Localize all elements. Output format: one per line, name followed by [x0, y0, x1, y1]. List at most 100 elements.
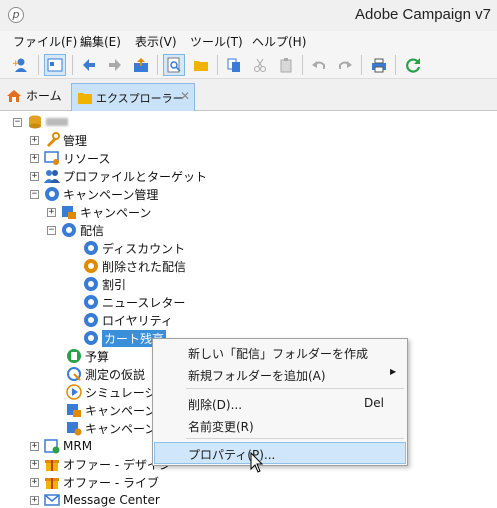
tree-node-delivery-folder[interactable]: ロイヤリティ: [83, 311, 173, 329]
hypothesis-icon: [66, 366, 82, 382]
refresh-button[interactable]: [402, 54, 424, 76]
menu-tools[interactable]: ツール(T): [190, 33, 243, 50]
undo-icon: [312, 61, 325, 69]
submenu-arrow-icon: ▶: [390, 367, 397, 376]
tree-label: Message Center: [63, 493, 160, 507]
new-user-button[interactable]: +: [10, 54, 32, 76]
expand-icon[interactable]: +: [30, 171, 39, 181]
wrench-icon: [44, 132, 60, 148]
deleted-delivery-icon: [83, 258, 99, 274]
campaign-template-icon: [66, 420, 82, 436]
tree-root-label: [46, 118, 68, 126]
menu-item-label: 新しい「配信」フォルダーを作成: [188, 347, 369, 361]
tree-label: ニュースレター: [102, 295, 186, 310]
paste-button[interactable]: [275, 54, 297, 76]
tree-label: リソース: [63, 151, 111, 166]
shortcut-label: Del: [364, 396, 384, 410]
tab-explorer-label: エクスプローラー: [96, 92, 184, 105]
menu-item-properties[interactable]: プロパティ(P)...: [154, 442, 406, 464]
menu-file[interactable]: ファイル(F): [13, 33, 77, 50]
tree-label: 削除された配信: [102, 259, 187, 274]
tree-node-campaign-y[interactable]: キャンペーン: [66, 419, 156, 437]
tree-node-profiles[interactable]: + プロファイルとターゲット: [30, 167, 207, 185]
scissors-icon: [254, 58, 266, 72]
tree-node-campaign-management[interactable]: − キャンペーン管理: [30, 185, 158, 203]
tree-node-offer-design[interactable]: + オファー - デザイン: [30, 455, 171, 473]
tree-node-root[interactable]: −: [13, 113, 68, 131]
tree-label: 予算: [85, 349, 110, 364]
tree-label: プロファイルとターゲット: [63, 169, 208, 184]
search-folder-button[interactable]: [163, 54, 185, 76]
tree-node-delivery-folder[interactable]: 削除された配信: [83, 257, 186, 275]
open-folder-button[interactable]: [190, 54, 212, 76]
context-menu: 新しい「配信」フォルダーを作成 新規フォルダーを追加(A) ▶ 削除(D)...…: [152, 338, 408, 466]
expand-icon[interactable]: +: [30, 459, 39, 469]
explorer-view-button[interactable]: [44, 54, 66, 76]
copy-button[interactable]: [223, 54, 245, 76]
menu-view[interactable]: 表示(V): [135, 33, 177, 50]
tree-label: オファー - ライブ: [63, 475, 159, 490]
tab-home[interactable]: ホーム: [6, 87, 62, 104]
tree-node-offer-live[interactable]: + オファー - ライブ: [30, 473, 159, 491]
tree-node-deliveries[interactable]: − 配信: [47, 221, 104, 239]
menu-edit[interactable]: 編集(E): [80, 33, 121, 50]
arrow-right-icon: [109, 59, 121, 71]
tree-node-resources[interactable]: + リソース: [30, 149, 110, 167]
tree-node-admin[interactable]: + 管理: [30, 131, 87, 149]
print-button[interactable]: [368, 54, 390, 76]
tree-label: 割引: [102, 277, 127, 292]
tree-node-hypothesis[interactable]: 測定の仮説: [66, 365, 145, 383]
menu-item-new-delivery-folder[interactable]: 新しい「配信」フォルダーを作成: [154, 341, 406, 363]
tree-node-campaigns[interactable]: + キャンペーン: [47, 203, 151, 221]
tree-node-delivery-folder[interactable]: ディスカウント: [83, 239, 185, 257]
collapse-icon[interactable]: −: [47, 225, 56, 235]
back-button[interactable]: [78, 54, 100, 76]
users-icon: [44, 168, 60, 184]
tree-node-message-center[interactable]: + Message Center: [30, 491, 160, 508]
expand-icon[interactable]: +: [30, 153, 39, 163]
expand-icon[interactable]: +: [30, 477, 39, 487]
collapse-icon[interactable]: −: [30, 189, 39, 199]
tab-close-icon[interactable]: ✕: [180, 89, 190, 103]
app-logo-icon: p: [8, 7, 24, 23]
home-icon: [7, 89, 21, 102]
folder-up-icon: [134, 58, 148, 72]
expand-icon[interactable]: +: [47, 207, 56, 217]
gift-icon: [44, 474, 60, 490]
clipboard-icon: [280, 58, 292, 73]
campaign-folder-icon: [61, 204, 77, 220]
expand-icon[interactable]: +: [30, 495, 39, 505]
tree-node-mrm[interactable]: + MRM: [30, 437, 92, 455]
tree-label: キャンペーン: [85, 421, 157, 436]
tree-label: MRM: [63, 439, 93, 453]
search-document-icon: [167, 57, 181, 73]
menu-bar: ファイル(F) 編集(E) 表示(V) ツール(T) ヘルプ(H): [0, 31, 497, 51]
forward-button[interactable]: [104, 54, 126, 76]
refresh-icon: [406, 58, 421, 73]
tree-label: 配信: [80, 223, 105, 238]
menu-item-rename[interactable]: 名前変更(R): [154, 414, 406, 436]
expand-icon[interactable]: +: [30, 441, 39, 451]
expand-icon[interactable]: +: [30, 135, 39, 145]
redo-button[interactable]: [334, 54, 356, 76]
cut-button[interactable]: [249, 54, 271, 76]
simulation-icon: [66, 384, 82, 400]
tree-label: ディスカウント: [102, 241, 186, 256]
menu-item-delete[interactable]: 削除(D)... Del: [154, 392, 406, 414]
collapse-icon[interactable]: −: [13, 117, 22, 127]
tree-label: キャンペーン管理: [63, 187, 159, 202]
menu-help[interactable]: ヘルプ(H): [252, 33, 306, 50]
svg-text:+: +: [12, 59, 20, 69]
menu-item-label: 名前変更(R): [188, 420, 254, 434]
undo-button[interactable]: [308, 54, 330, 76]
tree-node-budget[interactable]: 予算: [66, 347, 109, 365]
menu-item-add-folder[interactable]: 新規フォルダーを追加(A) ▶: [154, 363, 406, 385]
tree-node-campaign-x[interactable]: キャンペーン: [66, 401, 156, 419]
tab-explorer[interactable]: エクスプローラー ✕: [71, 83, 195, 111]
delivery-icon: [83, 312, 99, 328]
up-button[interactable]: [130, 54, 152, 76]
tree-node-delivery-folder[interactable]: ニュースレター: [83, 293, 185, 311]
tree-node-delivery-folder[interactable]: 割引: [83, 275, 126, 293]
tab-home-label: ホーム: [26, 89, 62, 103]
mrm-icon: [44, 438, 60, 454]
